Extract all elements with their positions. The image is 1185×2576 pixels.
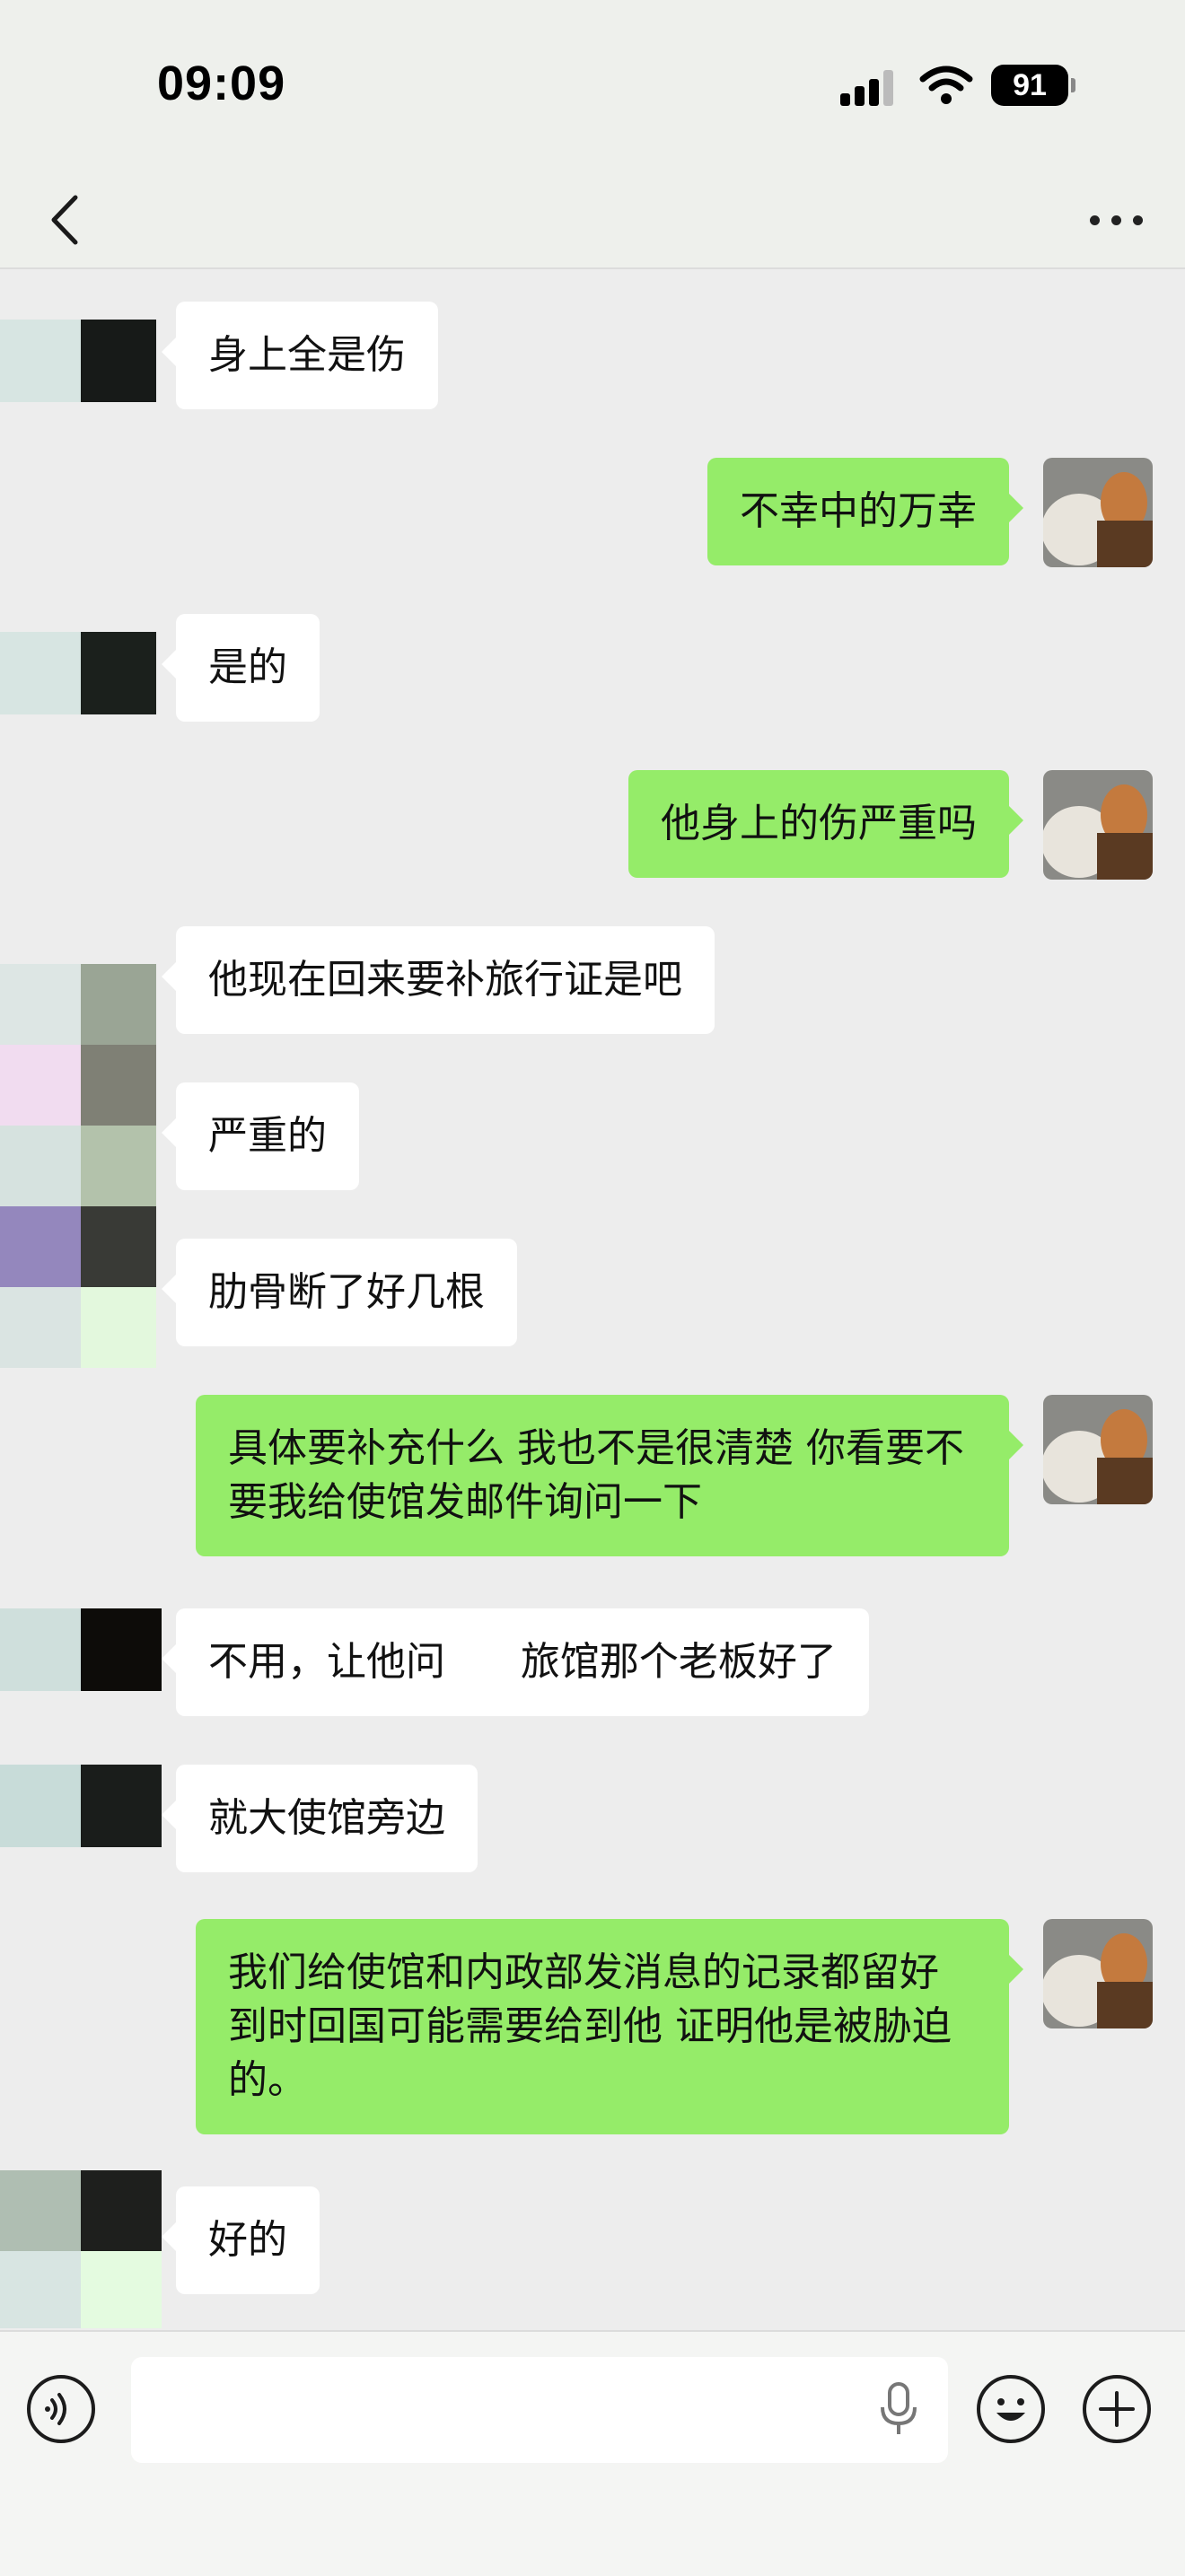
my-avatar[interactable] xyxy=(1043,458,1153,567)
voice-icon[interactable] xyxy=(27,2375,95,2443)
message-bubble-incoming[interactable]: 是的 xyxy=(162,614,320,722)
contact-avatar[interactable] xyxy=(0,1765,162,1847)
contact-avatar[interactable] xyxy=(0,320,158,402)
wifi-icon xyxy=(919,66,973,104)
battery-indicator: 91 xyxy=(991,65,1075,106)
mic-icon[interactable] xyxy=(876,2380,921,2438)
status-time: 09:09 xyxy=(157,57,286,110)
contact-avatar-mosaic[interactable] xyxy=(0,2170,162,2328)
message-bubble-incoming[interactable]: 严重的 xyxy=(162,1082,359,1190)
my-avatar[interactable] xyxy=(1043,1395,1153,1504)
message-bubble-outgoing[interactable]: 不幸中的万幸 xyxy=(707,458,1023,565)
contact-avatar-mosaic[interactable] xyxy=(0,964,158,1368)
more-dots-icon[interactable] xyxy=(1086,197,1149,242)
message-list[interactable]: 身上全是伤 不幸中的万幸 是的 他身上的伤严重吗 他现在回来要补旅行证是吧 严重… xyxy=(0,269,1185,2328)
message-bubble-incoming[interactable]: 好的 xyxy=(162,2186,320,2294)
message-bubble-outgoing[interactable]: 他身上的伤严重吗 xyxy=(628,770,1023,878)
message-bubble-incoming[interactable]: 就大使馆旁边 xyxy=(162,1765,478,1872)
my-avatar[interactable] xyxy=(1043,1919,1153,2028)
contact-avatar[interactable] xyxy=(0,632,158,714)
plus-icon[interactable] xyxy=(1083,2375,1151,2443)
message-bubble-outgoing[interactable]: 具体要补充什么 我也不是很清楚 你看要不要我给使馆发邮件询问一下 xyxy=(196,1395,1023,1556)
chat-header xyxy=(0,171,1185,269)
message-bubble-incoming[interactable]: 肋骨断了好几根 xyxy=(162,1239,517,1346)
contact-avatar[interactable] xyxy=(0,1608,162,1691)
message-bubble-outgoing[interactable]: 我们给使馆和内政部发消息的记录都留好 到时回国可能需要给到他 证明他是被胁迫的。 xyxy=(196,1919,1023,2134)
status-bar: 09:09 91 xyxy=(0,0,1185,171)
message-bubble-incoming[interactable]: 他现在回来要补旅行证是吧 xyxy=(162,926,715,1034)
input-bar xyxy=(0,2330,1185,2576)
cellular-signal-icon xyxy=(840,68,901,106)
message-bubble-incoming[interactable]: 身上全是伤 xyxy=(162,302,438,409)
chevron-left-icon[interactable] xyxy=(36,188,99,251)
message-input[interactable] xyxy=(131,2357,948,2463)
my-avatar[interactable] xyxy=(1043,770,1153,880)
emoji-icon[interactable] xyxy=(977,2375,1045,2443)
message-bubble-incoming[interactable]: 不用，让他问 旅馆那个老板好了 xyxy=(162,1608,869,1716)
